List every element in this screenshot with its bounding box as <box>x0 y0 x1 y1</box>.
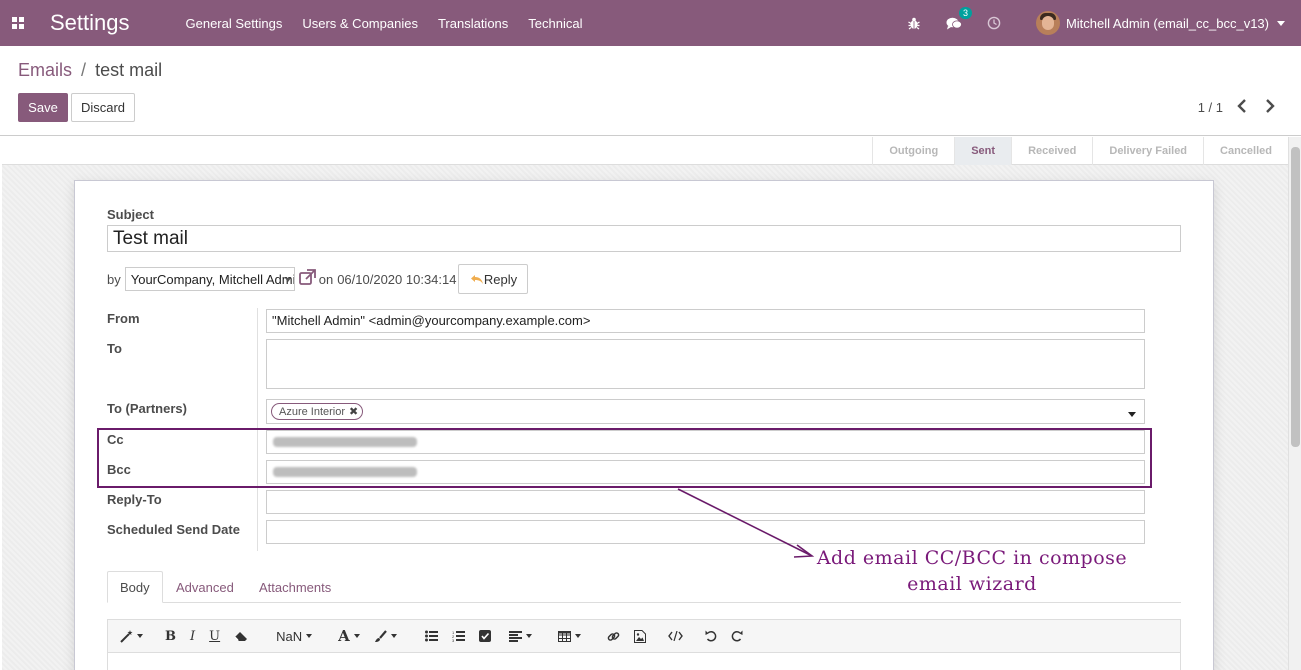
avatar[interactable] <box>1035 11 1060 35</box>
scroll-thumb[interactable] <box>1291 147 1300 447</box>
discard-button[interactable]: Discard <box>71 93 135 122</box>
annotation-text: Add email CC/BCC in compose email wizard <box>812 545 1132 597</box>
body-editor[interactable]: B I U NaN A 123 <box>107 619 1181 670</box>
status-outgoing[interactable]: Outgoing <box>872 137 954 165</box>
save-button[interactable]: Save <box>18 93 68 122</box>
breadcrumb-emails-link[interactable]: Emails <box>18 60 72 80</box>
user-menu-name[interactable]: Mitchell Admin (email_cc_bcc_v13) <box>1066 16 1269 31</box>
tab-body[interactable]: Body <box>107 571 163 603</box>
remove-tag-icon[interactable]: ✖ <box>349 405 358 418</box>
italic-icon[interactable]: I <box>190 626 195 646</box>
status-received[interactable]: Received <box>1011 137 1092 165</box>
menu-technical[interactable]: Technical <box>528 16 582 31</box>
external-link-icon[interactable] <box>298 269 316 289</box>
chevron-right-icon[interactable] <box>1263 98 1277 114</box>
reply-label: Reply <box>483 271 518 287</box>
author-value: YourCompany, Mitchell Admin <box>130 271 295 287</box>
font-color-icon[interactable]: A <box>338 626 360 646</box>
navbar-systray: 3 Mitchell Admin (email_cc_bcc_v13) <box>884 0 1285 46</box>
control-panel: Emails / test mail Save Discard 1 / 1 <box>0 46 1301 136</box>
tab-attachments[interactable]: Attachments <box>247 571 343 603</box>
font-size-select[interactable]: NaN <box>276 626 313 646</box>
menu-translations[interactable]: Translations <box>438 16 508 31</box>
messages-icon[interactable]: 3 <box>944 7 972 33</box>
menu-users-companies[interactable]: Users & Companies <box>302 16 418 31</box>
menu-general-settings[interactable]: General Settings <box>186 16 283 31</box>
breadcrumb-current: test mail <box>95 60 163 80</box>
scheduled-date-field[interactable] <box>266 520 1145 544</box>
date-value: 06/10/2020 10:34:14 <box>337 271 457 287</box>
subject-label: Subject <box>107 207 154 222</box>
caret-down-icon <box>284 278 291 282</box>
reply-to-label: Reply-To <box>107 492 162 507</box>
reply-button[interactable]: Reply <box>458 264 529 294</box>
align-icon[interactable] <box>508 626 532 646</box>
by-label: by <box>107 271 121 287</box>
from-field[interactable]: "Mitchell Admin" <admin@yourcompany.exam… <box>266 309 1145 333</box>
tab-advanced[interactable]: Advanced <box>164 571 246 603</box>
annotation-line-1: Add email CC/BCC in compose <box>816 547 1128 569</box>
svg-text:3: 3 <box>452 638 455 642</box>
author-select[interactable]: YourCompany, Mitchell Admin <box>124 267 295 291</box>
cc-bcc-highlight-box <box>97 428 1152 488</box>
activity-clock-icon[interactable] <box>984 13 1004 33</box>
reply-icon <box>470 274 483 284</box>
on-label: on <box>318 271 334 287</box>
to-field[interactable] <box>266 339 1145 389</box>
redo-icon[interactable] <box>731 626 743 646</box>
author-row: by YourCompany, Mitchell Admin on 06/10/… <box>107 264 529 294</box>
underline-icon[interactable]: U <box>209 626 220 646</box>
message-count-badge: 3 <box>958 7 972 19</box>
bullet-list-icon[interactable] <box>424 626 438 646</box>
partner-tag: Azure Interior ✖ <box>271 403 364 420</box>
scheduled-date-label: Scheduled Send Date <box>107 522 240 537</box>
statusbar: Outgoing Sent Received Delivery Failed C… <box>2 137 1288 165</box>
numbered-list-icon[interactable]: 123 <box>452 626 465 646</box>
pager-value[interactable]: 1 / 1 <box>1198 100 1223 115</box>
to-partners-field[interactable]: Azure Interior ✖ <box>266 399 1145 424</box>
top-navbar: Settings General Settings Users & Compan… <box>0 0 1301 46</box>
image-icon[interactable] <box>633 626 646 646</box>
chevron-left-icon[interactable] <box>1235 98 1249 114</box>
checklist-icon[interactable] <box>478 626 491 646</box>
font-size-value: NaN <box>276 628 303 644</box>
subject-input[interactable]: Test mail <box>107 225 1181 252</box>
chevron-down-icon[interactable] <box>1277 20 1285 26</box>
table-icon[interactable] <box>557 626 581 646</box>
to-partners-label: To (Partners) <box>107 401 187 416</box>
to-label: To <box>107 341 122 356</box>
from-label: From <box>107 311 140 326</box>
app-title: Settings <box>50 10 130 35</box>
annotation-line-2: email wizard <box>907 573 1037 595</box>
bug-icon[interactable] <box>904 13 924 33</box>
status-cancelled[interactable]: Cancelled <box>1203 137 1288 165</box>
reply-to-field[interactable] <box>266 490 1145 514</box>
dropdown-caret-icon[interactable] <box>1128 412 1136 417</box>
code-view-icon[interactable] <box>667 626 683 646</box>
status-sent[interactable]: Sent <box>954 137 1012 165</box>
magic-wand-icon[interactable] <box>120 626 143 646</box>
partner-tag-label: Azure Interior <box>279 405 346 418</box>
page-scrollbar[interactable] <box>1288 137 1301 670</box>
apps-menu-icon[interactable] <box>0 0 36 46</box>
editor-toolbar: B I U NaN A 123 <box>108 620 1180 653</box>
status-delivery-failed[interactable]: Delivery Failed <box>1092 137 1203 165</box>
paint-brush-icon[interactable] <box>374 626 397 646</box>
breadcrumb-separator: / <box>81 60 87 80</box>
link-icon[interactable] <box>607 626 620 646</box>
eraser-icon[interactable] <box>234 626 248 646</box>
bold-icon[interactable]: B <box>165 626 176 646</box>
undo-icon[interactable] <box>705 626 717 646</box>
breadcrumb: Emails / test mail <box>18 60 162 81</box>
